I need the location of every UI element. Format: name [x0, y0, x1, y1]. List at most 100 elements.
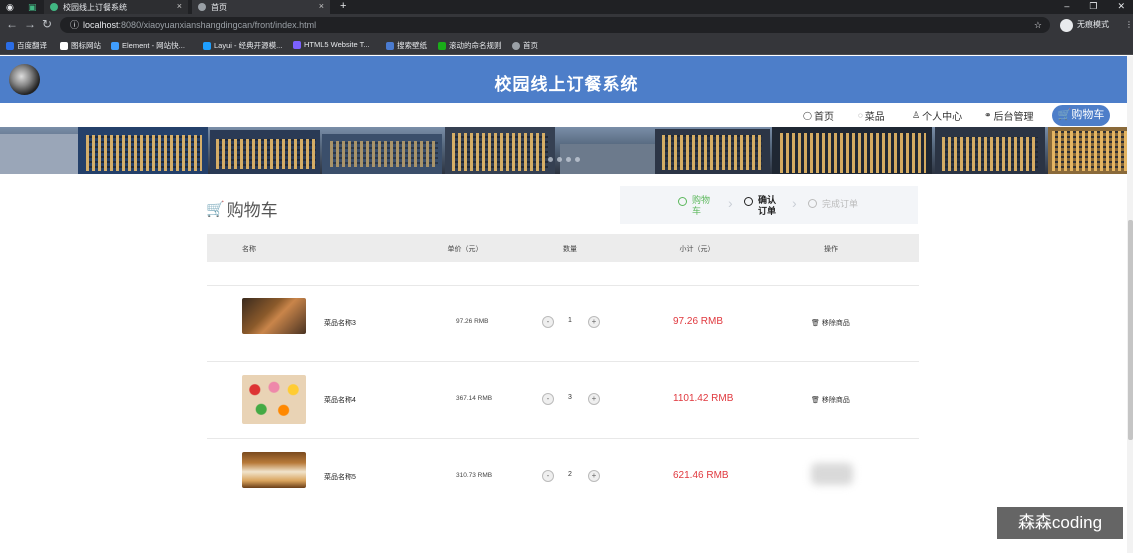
incognito-label: 无痕模式: [1077, 20, 1109, 29]
minimize-icon[interactable]: –: [1064, 0, 1069, 12]
cart-button[interactable]: 🛒购物车: [1052, 105, 1110, 126]
check-circle-icon: [678, 197, 687, 206]
carousel-dots[interactable]: [548, 157, 580, 162]
subtotal: 621.46 RMB: [673, 470, 729, 481]
watermark: 森森coding: [997, 507, 1123, 539]
bookmark-item[interactable]: Layui - 经典开源模...: [203, 40, 282, 51]
dish-image[interactable]: [242, 452, 306, 488]
dish-image[interactable]: [242, 298, 306, 334]
increase-qty-button[interactable]: +: [588, 316, 600, 328]
column-header: 操作: [824, 246, 838, 253]
html5-icon: [293, 40, 301, 49]
incognito-icon: [1060, 18, 1073, 32]
column-header: 单价（元）: [447, 246, 483, 253]
bookmark-label: 图标网站: [71, 41, 101, 50]
url-path: :8080/xiaoyuanxianshangdingcan/front/ind…: [118, 20, 317, 30]
address-bar-row: ← → ↻ ⓘ localhost:8080/xiaoyuanxianshangd…: [0, 14, 1133, 36]
step-label: 确认订单: [758, 195, 777, 216]
nav-profile[interactable]: ♙ 个人中心: [912, 108, 962, 123]
globe-icon: [198, 3, 206, 11]
remove-label: 移除商品: [821, 320, 850, 327]
decrease-qty-button[interactable]: -: [542, 393, 554, 405]
bookmark-item[interactable]: HTML5 Website T...: [293, 40, 370, 49]
unit-price: 97.26 RMB: [456, 318, 489, 325]
site-title: 校园线上订餐系统: [494, 75, 639, 94]
bookmark-label: Layui - 经典开源模...: [214, 41, 283, 50]
bookmark-label: 百度翻译: [17, 41, 47, 50]
nav-label: 后台管理: [993, 112, 1034, 123]
close-window-icon[interactable]: ✕: [1117, 0, 1125, 12]
bookmark-item[interactable]: 百度翻译: [6, 40, 47, 51]
step-complete: 完成订单: [808, 199, 858, 210]
remove-label: 移除商品: [821, 397, 850, 404]
increase-qty-button[interactable]: +: [588, 470, 600, 482]
close-tab-icon[interactable]: ×: [319, 1, 324, 11]
back-icon[interactable]: ←: [6, 17, 18, 31]
decrease-qty-button[interactable]: -: [542, 470, 554, 482]
circle-icon: [744, 197, 753, 206]
more-menu-icon[interactable]: ⋮: [1125, 17, 1133, 33]
browser-menu-icon[interactable]: ◉: [6, 0, 14, 14]
window-controls: – ❐ ✕: [1064, 0, 1125, 12]
subtotal: 97.26 RMB: [673, 316, 724, 327]
browser-tab-bar: ◉ ▣ 校园线上订餐系统 × 首页 × + – ❐ ✕: [0, 0, 1133, 14]
nav-label: 首页: [813, 112, 834, 123]
subtotal: 1101.42 RMB: [673, 393, 734, 404]
scrollbar-thumb[interactable]: [1128, 220, 1133, 440]
close-tab-icon[interactable]: ×: [177, 1, 182, 11]
forward-icon[interactable]: →: [24, 17, 36, 31]
bookmark-item[interactable]: 图标网站: [60, 40, 101, 51]
page-title: 🛒 购物车: [206, 196, 278, 221]
tab-label: 校园线上订餐系统: [63, 2, 127, 12]
table-row: 菜品名称4 367.14 RMB - 3 + 1101.42 RMB 🗑 移除商…: [207, 361, 919, 437]
bookmark-item[interactable]: 滚动的命名规则: [438, 40, 502, 51]
nav-admin[interactable]: ⚭ 后台管理: [984, 108, 1034, 123]
tab-home[interactable]: 首页 ×: [192, 0, 330, 14]
reload-icon[interactable]: ↻: [42, 17, 52, 31]
element-icon: [111, 41, 119, 50]
cart-table-header: 名称 单价（元） 数量 小计（元） 操作: [207, 234, 919, 262]
tab-campus-ordering[interactable]: 校园线上订餐系统 ×: [44, 0, 188, 14]
bookmark-item[interactable]: Element - 网站快...: [111, 40, 185, 51]
restore-icon[interactable]: ❐: [1089, 0, 1097, 12]
page-title-text: 购物车: [226, 201, 278, 220]
info-icon: ⓘ: [70, 20, 80, 30]
product-name: 菜品名称4: [324, 397, 356, 404]
increase-qty-button[interactable]: +: [588, 393, 600, 405]
bookmark-item[interactable]: 搜索壁纸: [386, 40, 427, 51]
step-label: 购物车: [692, 195, 711, 216]
bookmark-label: Element - 网站快...: [122, 41, 185, 50]
vue-icon: [50, 3, 58, 11]
bookmark-item[interactable]: 首页: [512, 40, 538, 51]
dish-icon: ◌: [858, 111, 863, 120]
decrease-qty-button[interactable]: -: [542, 316, 554, 328]
cart-icon: 🛒: [206, 200, 225, 218]
pinned-tab-icon[interactable]: ▣: [28, 0, 37, 14]
new-tab-button[interactable]: +: [340, 0, 346, 12]
product-name: 菜品名称5: [324, 474, 356, 481]
flag-icon: [60, 41, 68, 50]
layui-icon: [203, 41, 211, 50]
nav-label: 菜品: [864, 112, 885, 123]
globe-icon: [512, 41, 520, 50]
nav-dishes[interactable]: ◌ 菜品: [858, 108, 885, 123]
trash-icon: 🗑: [811, 320, 820, 327]
column-header: 小计（元）: [679, 246, 715, 253]
remove-item-button[interactable]: [811, 463, 853, 485]
doc-icon: [438, 41, 446, 50]
bookmarks-bar: 百度翻译 图标网站 Element - 网站快... Layui - 经典开源模…: [0, 36, 1133, 55]
trash-icon: 🗑: [811, 397, 820, 404]
nav-home[interactable]: ◯ 首页: [803, 108, 834, 123]
bookmark-icon: [6, 41, 14, 50]
nav-label: 个人中心: [922, 112, 963, 123]
chevron-right-icon: ›: [728, 195, 733, 211]
bookmark-label: HTML5 Website T...: [304, 40, 370, 49]
product-name: 菜品名称3: [324, 320, 356, 327]
site-header: 校园线上订餐系统: [0, 56, 1133, 103]
incognito-indicator[interactable]: 无痕模式 ⋮: [1060, 17, 1133, 33]
url-input[interactable]: ⓘ localhost:8080/xiaoyuanxianshangdingcan…: [60, 17, 1050, 33]
dish-image[interactable]: [242, 375, 306, 424]
remove-item-button[interactable]: 🗑 移除商品: [811, 395, 850, 405]
remove-item-button[interactable]: 🗑 移除商品: [811, 318, 850, 328]
bookmark-star-icon[interactable]: ☆: [1034, 17, 1042, 33]
